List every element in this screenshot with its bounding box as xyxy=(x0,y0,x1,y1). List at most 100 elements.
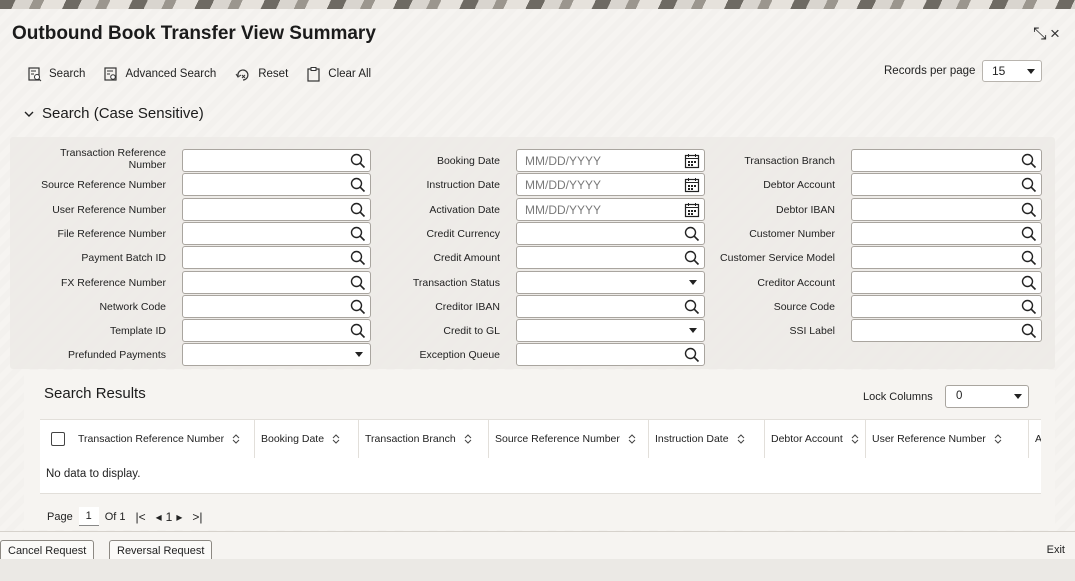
reset-icon xyxy=(235,68,249,81)
column-header-label: Debtor Account xyxy=(771,433,843,445)
search-label: Search xyxy=(49,68,86,80)
sort-icon[interactable] xyxy=(232,434,240,444)
lock-columns-value: 0 xyxy=(956,390,963,402)
field-label: Transaction Reference Number xyxy=(60,147,166,171)
empty-table-message: No data to display. xyxy=(40,458,1041,494)
lock-columns-label: Lock Columns xyxy=(863,391,933,403)
column-header-label: Transaction Branch xyxy=(365,433,456,445)
clipboard-icon xyxy=(307,66,320,82)
first-page-button[interactable]: |< xyxy=(136,510,146,524)
column-separator xyxy=(358,420,359,458)
search-icon[interactable] xyxy=(1021,250,1037,266)
field-label: Instruction Date xyxy=(426,179,500,192)
lookup-field[interactable] xyxy=(851,246,1042,270)
column-separator xyxy=(865,420,866,458)
column-header[interactable]: Source Reference Number xyxy=(495,433,636,445)
lookup-button[interactable] xyxy=(684,347,700,366)
sort-icon[interactable] xyxy=(737,434,745,444)
previous-page-button[interactable]: ◂ xyxy=(156,510,162,524)
last-page-button[interactable]: >| xyxy=(192,510,202,524)
field-label: File Reference Number xyxy=(57,227,166,240)
date-placeholder: MM/DD/YYYY xyxy=(525,202,602,217)
search-icon[interactable] xyxy=(684,347,700,363)
lookup-button[interactable] xyxy=(1021,275,1037,294)
current-page-number: 1 xyxy=(165,509,173,524)
lookup-button[interactable] xyxy=(1021,153,1037,172)
search-icon[interactable] xyxy=(1021,275,1037,291)
resize-icon[interactable]: ⤡ xyxy=(1033,24,1047,44)
records-per-page-select[interactable]: 15 xyxy=(982,60,1042,82)
search-icon[interactable] xyxy=(1021,177,1037,193)
summary-window: Outbound Book Transfer View Summary ⤡ × … xyxy=(0,9,1075,581)
column-header-label: User Reference Number xyxy=(872,433,986,445)
lookup-field[interactable] xyxy=(851,319,1042,343)
select-all-checkbox[interactable] xyxy=(51,432,65,446)
column-header[interactable]: Transaction Branch xyxy=(365,433,472,445)
lookup-field[interactable] xyxy=(851,173,1042,197)
field-label: SSI Label xyxy=(789,325,835,338)
field-label: Source Reference Number xyxy=(41,179,166,192)
column-header[interactable]: Instruction Date xyxy=(655,433,745,445)
field-label: Template ID xyxy=(109,325,166,338)
field-label: Payment Batch ID xyxy=(81,252,166,265)
lookup-button[interactable] xyxy=(1021,299,1037,318)
toolbar: Search Advanced Search Reset Clear All xyxy=(28,64,390,84)
search-icon[interactable] xyxy=(1021,153,1037,169)
lock-columns-select[interactable]: 0 xyxy=(945,385,1029,408)
search-icon[interactable] xyxy=(1021,226,1037,242)
lookup-button[interactable] xyxy=(1021,226,1037,245)
column-header[interactable]: User Reference Number xyxy=(872,433,1002,445)
sort-icon[interactable] xyxy=(464,434,472,444)
sort-icon[interactable] xyxy=(332,434,340,444)
field-label: Creditor Account xyxy=(757,276,835,289)
lookup-button[interactable] xyxy=(1021,323,1037,342)
date-placeholder: MM/DD/YYYY xyxy=(525,178,602,193)
field-label: Customer Number xyxy=(749,227,835,240)
clear-all-label: Clear All xyxy=(328,68,372,80)
advanced-search-icon xyxy=(104,66,118,81)
lookup-field[interactable] xyxy=(851,149,1042,172)
column-separator xyxy=(488,420,489,458)
sort-icon[interactable] xyxy=(851,434,859,444)
lookup-button[interactable] xyxy=(1021,250,1037,269)
page-number-input[interactable]: 1 xyxy=(78,507,99,526)
advanced-search-button[interactable]: Advanced Search xyxy=(104,66,216,82)
search-results-panel: Search Results Lock Columns 0 Transactio… xyxy=(24,370,1055,530)
exit-button[interactable]: Exit xyxy=(1047,544,1065,556)
next-page-button[interactable]: ▸ xyxy=(176,510,182,524)
clear-all-button[interactable]: Clear All xyxy=(307,66,372,82)
column-header[interactable]: A xyxy=(1035,433,1041,445)
column-header[interactable]: Booking Date xyxy=(261,433,340,445)
lookup-field[interactable] xyxy=(851,270,1042,294)
page-label: Page xyxy=(47,510,73,523)
lookup-button[interactable] xyxy=(1021,177,1037,196)
sort-icon[interactable] xyxy=(994,434,1002,444)
lookup-field[interactable] xyxy=(851,294,1042,318)
field-label: Credit to GL xyxy=(443,325,500,338)
reset-button[interactable]: Reset xyxy=(235,67,288,82)
search-section-toggle[interactable]: Search (Case Sensitive) xyxy=(24,105,204,122)
column-header-label: Source Reference Number xyxy=(495,433,620,445)
column-header[interactable]: Transaction Reference Number xyxy=(78,433,240,445)
field-label: Creditor IBAN xyxy=(435,300,500,313)
status-bar xyxy=(0,559,1075,581)
search-icon[interactable] xyxy=(1021,202,1037,218)
column-header[interactable]: Debtor Account xyxy=(771,433,859,445)
search-icon[interactable] xyxy=(1021,299,1037,315)
lookup-field[interactable] xyxy=(851,221,1042,245)
lookup-button[interactable] xyxy=(1021,202,1037,221)
search-icon[interactable] xyxy=(1021,323,1037,339)
lookup-field[interactable] xyxy=(516,343,705,367)
field-label: Source Code xyxy=(773,300,835,313)
column-header-label: Booking Date xyxy=(261,433,325,445)
lookup-field[interactable] xyxy=(851,197,1042,221)
sort-icon[interactable] xyxy=(628,434,636,444)
close-icon[interactable]: × xyxy=(1050,24,1060,44)
field-label: Credit Currency xyxy=(426,227,500,240)
search-section-title: Search (Case Sensitive) xyxy=(42,105,204,122)
search-button[interactable]: Search xyxy=(28,66,86,82)
page-title: Outbound Book Transfer View Summary xyxy=(12,23,376,44)
page-of-label: Of 1 xyxy=(104,510,126,523)
column-separator xyxy=(648,420,649,458)
search-results-title: Search Results xyxy=(44,385,146,402)
